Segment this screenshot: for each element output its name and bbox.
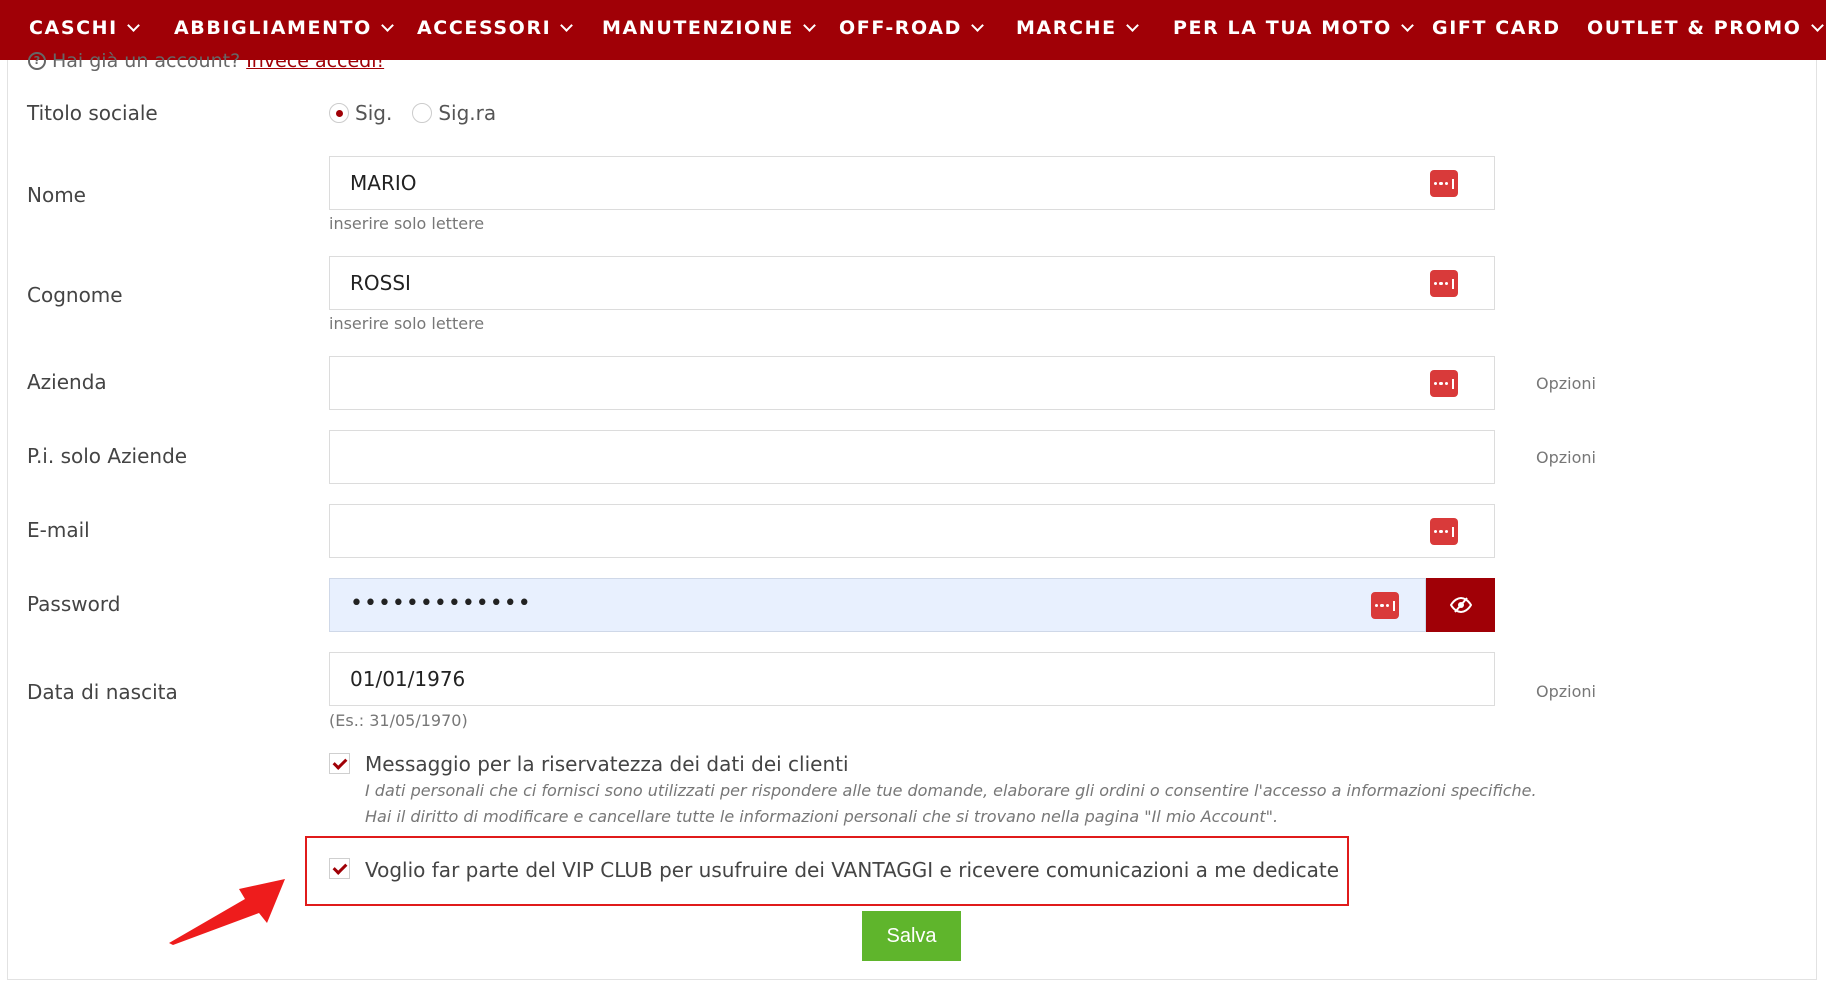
last-name-label: Cognome [27,283,123,307]
nav-item-label: OUTLET & PROMO [1587,17,1802,39]
first-name-field[interactable]: MARIO [329,156,1495,210]
nav-item-label: MARCHE [1016,17,1117,39]
chevron-down-icon [1401,19,1414,32]
privacy-label[interactable]: Messaggio per la riservatezza dei dati d… [365,752,849,776]
vat-field[interactable] [329,430,1495,484]
chevron-down-icon [803,19,816,32]
vip-club-label[interactable]: Voglio far parte del VIP CLUB per usufru… [365,858,1339,882]
password-manager-icon[interactable] [1371,592,1399,619]
nav-item-label: ABBIGLIAMENTO [174,17,372,39]
password-manager-icon[interactable] [1430,518,1458,545]
birthdate-field[interactable]: 01/01/1976 [329,652,1495,706]
company-field[interactable] [329,356,1495,410]
chevron-down-icon [560,19,574,32]
nav-item-label: OFF-ROAD [839,17,962,39]
privacy-text: I dati personali che ci fornisci sono ut… [365,778,1537,830]
chevron-down-icon [971,19,984,32]
password-manager-icon[interactable] [1430,370,1458,397]
password-field[interactable]: ••••••••••••• [329,578,1426,632]
nav-item-off-road[interactable]: OFF-ROAD [839,0,984,56]
title-label: Titolo sociale [27,101,158,125]
last-name-help: inserire solo lettere [329,314,485,333]
password-manager-icon[interactable] [1430,270,1458,297]
chevron-down-icon [126,19,140,32]
birthdate-optional: Opzioni [1536,682,1596,701]
vat-optional: Opzioni [1536,448,1596,467]
nav-item-manutenzione[interactable]: MANUTENZIONE [602,0,816,56]
password-value: ••••••••••••• [350,591,532,616]
last-name-field[interactable]: ROSSI [329,256,1495,310]
birthdate-value: 01/01/1976 [350,667,466,691]
password-label: Password [27,592,121,616]
nav-item-abbigliamento[interactable]: ABBIGLIAMENTO [174,0,394,56]
chevron-down-icon [1810,19,1824,32]
question-icon: ? [28,52,46,70]
red-arrow-icon [169,879,285,945]
first-name-label: Nome [27,183,86,207]
login-prompt-text: Hai già un account? [52,50,241,72]
password-manager-icon[interactable] [1430,170,1458,197]
nav-item-label: ACCESSORI [417,17,552,39]
birthdate-label: Data di nascita [27,680,178,704]
nav-item-label: PER LA TUA MOTO [1173,17,1392,39]
birthdate-help: (Es.: 31/05/1970) [329,711,468,730]
radio-sig-ra[interactable] [412,103,433,123]
email-field[interactable] [329,504,1495,558]
nav-item-label: GIFT CARD [1432,17,1561,39]
nav-item-accessori[interactable]: ACCESSORI [417,0,574,56]
login-prompt: ? Hai già un account? Invece accedi! [28,50,384,72]
nav-item-outlet-promo[interactable]: OUTLET & PROMO [1587,0,1824,56]
privacy-checkbox[interactable] [329,753,350,774]
privacy-text-line1: I dati personali che ci fornisci sono ut… [365,781,1537,800]
nav-item-gift-card[interactable]: GIFT CARD [1432,0,1561,56]
nav-item-caschi[interactable]: CASCHI [29,0,140,56]
first-name-help: inserire solo lettere [329,214,485,233]
vip-club-checkbox[interactable] [329,858,350,879]
title-radio-group: Sig. Sig.ra [329,101,516,125]
eye-slash-icon [1449,597,1472,613]
chevron-down-icon [381,19,394,32]
nav-item-marche[interactable]: MARCHE [1016,0,1139,56]
toggle-password-button[interactable] [1426,578,1495,632]
radio-sig[interactable] [329,103,349,123]
nav-item-label: CASCHI [29,17,118,39]
radio-sig-label[interactable]: Sig. [355,101,392,125]
company-optional: Opzioni [1536,374,1596,393]
save-button[interactable]: Salva [862,911,961,961]
nav-item-label: MANUTENZIONE [602,17,794,39]
last-name-value: ROSSI [350,271,411,295]
company-label: Azienda [27,370,107,394]
chevron-down-icon [1125,19,1139,32]
nav-item-per-la-tua-moto[interactable]: PER LA TUA MOTO [1173,0,1414,56]
email-label: E-mail [27,518,90,542]
privacy-text-line2: Hai il diritto di modificare e cancellar… [365,807,1279,826]
radio-sig-ra-label[interactable]: Sig.ra [438,101,496,125]
login-link[interactable]: Invece accedi! [246,50,384,72]
vat-label: P.i. solo Aziende [27,444,188,468]
first-name-value: MARIO [350,171,417,195]
